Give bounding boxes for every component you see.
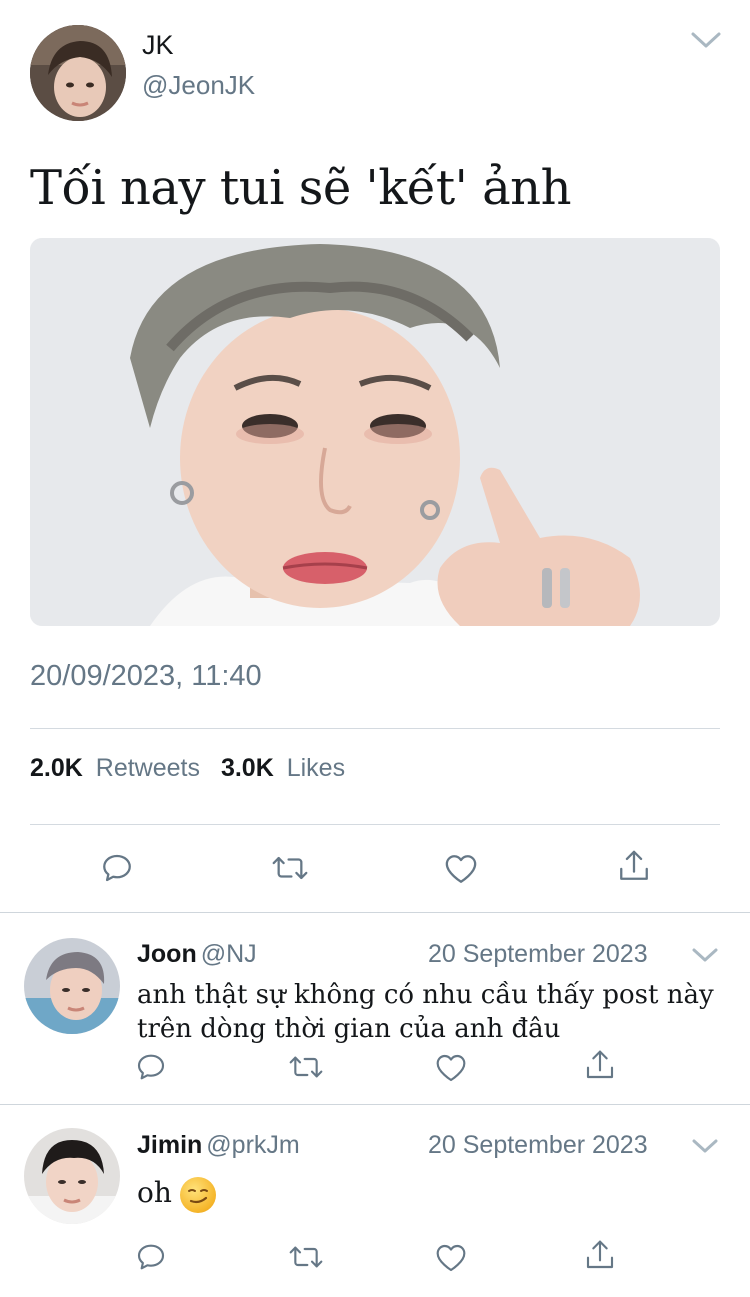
reply-name[interactable]: Joon — [137, 940, 197, 968]
smirk-emoji — [179, 1176, 216, 1213]
reply-name[interactable]: Jimin — [137, 1131, 202, 1159]
divider — [30, 728, 720, 729]
share-icon[interactable] — [580, 1235, 620, 1275]
reply-text-line: oh — [137, 1176, 172, 1209]
chevron-down-icon[interactable] — [691, 944, 719, 966]
reply-text: oh — [137, 1176, 216, 1213]
author-handle[interactable]: @JeonJK — [142, 70, 255, 101]
reply-author[interactable]: Jimin @prkJm — [137, 1131, 300, 1160]
reply-handle[interactable]: @NJ — [201, 940, 257, 968]
like-label[interactable]: Likes — [287, 754, 345, 782]
reply-icon[interactable] — [131, 1047, 171, 1087]
share-icon[interactable] — [580, 1045, 620, 1085]
reply-author[interactable]: Joon @NJ — [137, 940, 257, 969]
retweet-icon[interactable] — [270, 848, 310, 888]
tweet-stats: 2.0K Retweets 3.0K Likes — [30, 754, 345, 783]
reply-date[interactable]: 20 September 2023 — [428, 940, 648, 969]
author-name[interactable]: JK — [142, 30, 174, 61]
retweet-icon[interactable] — [286, 1047, 326, 1087]
reply-text-line: trên dòng thời gian của anh đâu — [137, 1014, 561, 1044]
divider — [0, 1104, 750, 1105]
heart-icon[interactable] — [431, 1048, 471, 1088]
divider — [30, 824, 720, 825]
tweet-timestamp[interactable]: 20/09/2023, 11:40 — [30, 660, 262, 693]
reply-date[interactable]: 20 September 2023 — [428, 1131, 648, 1160]
author-avatar[interactable] — [30, 25, 126, 121]
like-count[interactable]: 3.0K — [221, 754, 274, 782]
chevron-down-icon[interactable] — [690, 28, 722, 52]
chevron-down-icon[interactable] — [691, 1135, 719, 1157]
reply-avatar[interactable] — [24, 938, 120, 1034]
retweet-icon[interactable] — [286, 1237, 326, 1277]
reply-icon[interactable] — [97, 848, 137, 888]
heart-icon[interactable] — [441, 849, 481, 889]
share-icon[interactable] — [614, 846, 654, 886]
retweet-count[interactable]: 2.0K — [30, 754, 83, 782]
reply-text: anh thật sự không có nhu cầu thấy post n… — [137, 978, 714, 1046]
reply-avatar[interactable] — [24, 1128, 120, 1224]
reply-text-line: anh thật sự không có nhu cầu thấy post n… — [137, 980, 714, 1010]
retweet-label[interactable]: Retweets — [96, 754, 200, 782]
reply-icon[interactable] — [131, 1237, 171, 1277]
tweet-photo[interactable] — [30, 238, 720, 626]
tweet-text: Tối nay tui sẽ 'kết' ảnh — [30, 160, 572, 216]
divider — [0, 912, 750, 913]
heart-icon[interactable] — [431, 1238, 471, 1278]
reply-handle[interactable]: @prkJm — [206, 1131, 299, 1159]
